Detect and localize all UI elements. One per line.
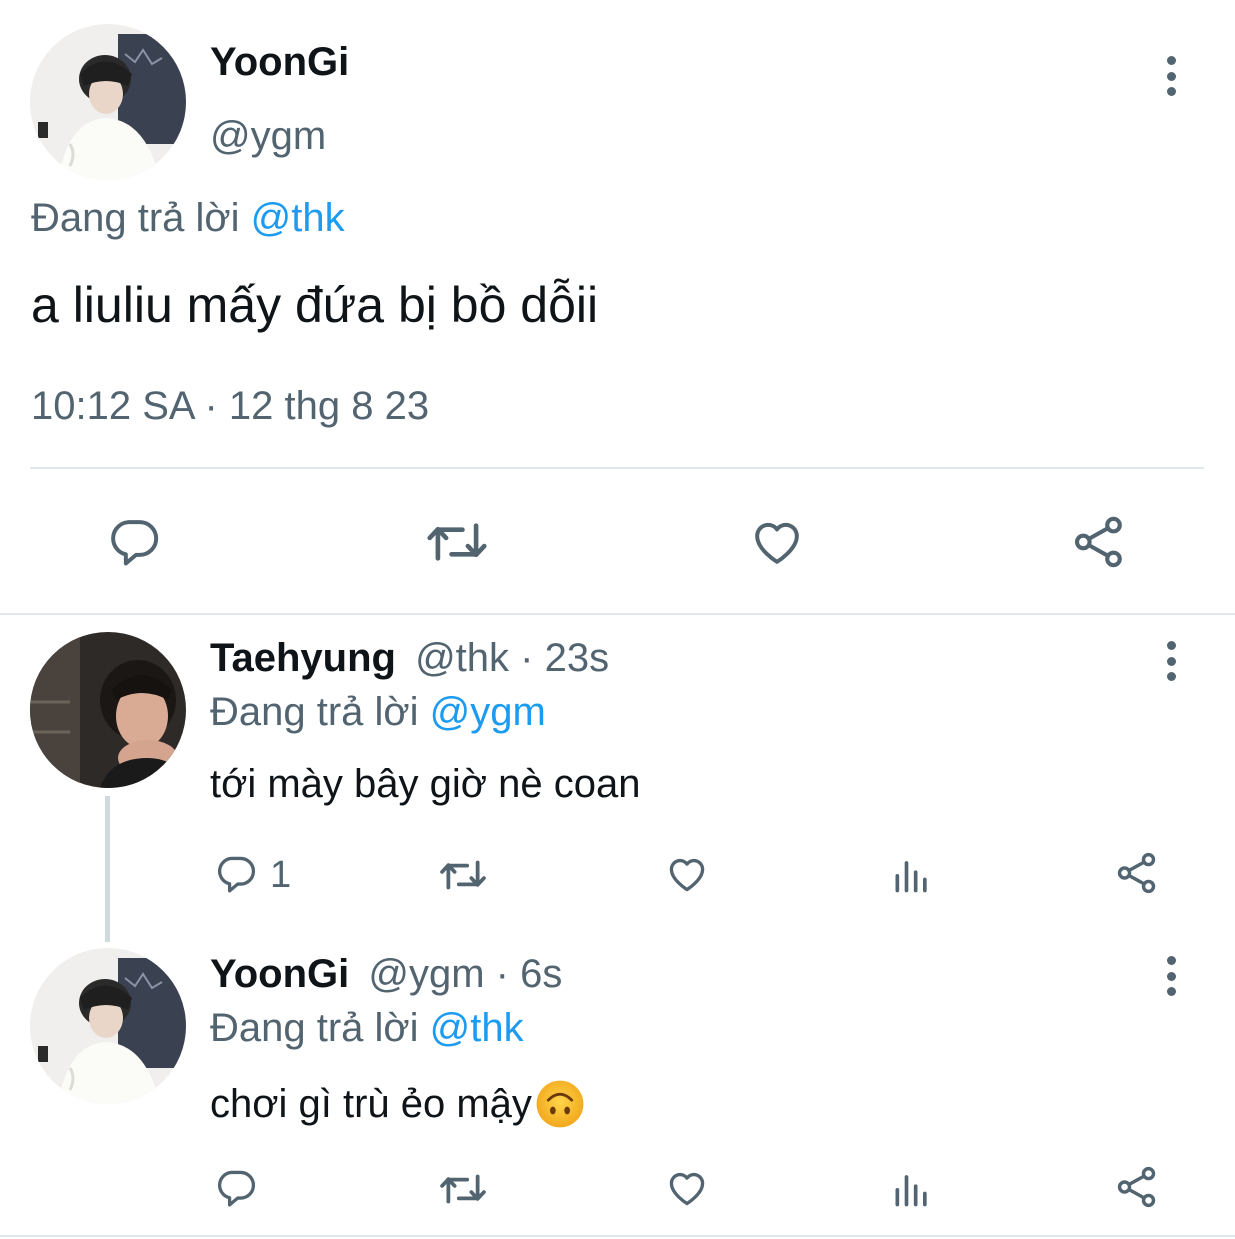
like-icon[interactable]	[664, 852, 710, 896]
divider	[30, 467, 1204, 469]
section-divider	[0, 613, 1235, 615]
share-icon[interactable]	[1070, 512, 1128, 572]
reply-header: Taehyung @thk · 23s	[210, 636, 609, 681]
author-handle[interactable]: @ygm	[368, 952, 484, 996]
like-icon[interactable]	[748, 514, 806, 570]
avatar-yoongi[interactable]	[30, 948, 186, 1104]
author-handle[interactable]: @ygm	[210, 114, 326, 159]
replying-to-handle[interactable]: @thk	[251, 196, 345, 240]
bottom-divider	[0, 1235, 1235, 1237]
reply-icon[interactable]	[106, 514, 162, 570]
reply-icon[interactable]	[214, 1166, 258, 1210]
tweet-time[interactable]: 23s	[545, 636, 610, 680]
replying-prefix: Đang trả lời	[31, 196, 240, 240]
replying-to: Đang trả lời @thk	[31, 196, 345, 241]
author-name[interactable]: Taehyung	[210, 636, 396, 680]
thread-line	[105, 796, 110, 942]
separator: ·	[520, 636, 534, 680]
views-icon[interactable]	[890, 1166, 934, 1210]
like-icon[interactable]	[664, 1166, 710, 1210]
separator: ·	[495, 952, 509, 996]
replying-to: Đang trả lời @thk	[210, 1006, 524, 1051]
upside-down-face-icon	[534, 1078, 586, 1130]
reply-icon[interactable]	[214, 852, 258, 896]
retweet-icon[interactable]	[437, 852, 489, 898]
tweet-text: chơi gì trù ẻo mậy	[210, 1081, 532, 1126]
author-name[interactable]: YoonGi	[210, 40, 349, 85]
more-options-icon[interactable]	[1161, 956, 1181, 996]
replying-to: Đang trả lời @ygm	[210, 690, 546, 735]
avatar-yoongi[interactable]	[30, 24, 186, 180]
retweet-icon[interactable]	[437, 1166, 489, 1212]
reply-header: YoonGi @ygm · 6s	[210, 952, 562, 997]
author-handle[interactable]: @thk	[415, 636, 509, 680]
avatar-taehyung[interactable]	[30, 632, 186, 788]
replying-to-handle[interactable]: @ygm	[430, 690, 546, 734]
retweet-icon[interactable]	[424, 512, 490, 572]
replying-to-handle[interactable]: @thk	[430, 1006, 524, 1050]
tweet-time[interactable]: 6s	[520, 952, 562, 996]
author-name[interactable]: YoonGi	[210, 952, 349, 996]
share-icon[interactable]	[1114, 850, 1160, 896]
tweet-timestamp[interactable]: 10:12 SA · 12 thg 8 23	[31, 384, 429, 429]
tweet-text: tới mày bây giờ nè coan	[210, 762, 641, 806]
tweet-text-line: chơi gì trù ẻo mậy	[210, 1078, 586, 1130]
replying-prefix: Đang trả lời	[210, 1006, 419, 1050]
tweet-text: a liuliu mấy đứa bị bồ dỗii	[31, 277, 599, 333]
replying-prefix: Đang trả lời	[210, 690, 419, 734]
more-options-icon[interactable]	[1161, 56, 1181, 96]
reply-count: 1	[270, 854, 292, 896]
share-icon[interactable]	[1114, 1164, 1160, 1210]
views-icon[interactable]	[890, 852, 934, 896]
more-options-icon[interactable]	[1161, 641, 1181, 681]
